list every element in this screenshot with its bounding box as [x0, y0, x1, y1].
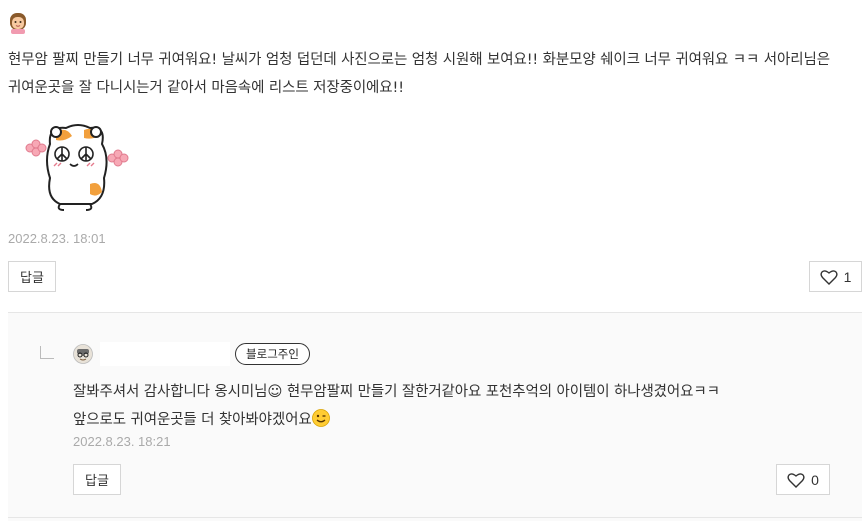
reply-button[interactable]: 답글 [73, 464, 121, 495]
like-count: 1 [843, 268, 852, 285]
reply-button-label: 답글 [20, 271, 44, 286]
divider [8, 517, 862, 518]
author-name-redacted [100, 342, 230, 366]
reply-text-line2: 앞으로도 귀여운곳들 더 찾아봐야겠어요 [73, 412, 312, 428]
heart-icon [787, 472, 805, 488]
owner-badge: 블로그주인 [235, 343, 310, 365]
like-button[interactable]: 1 [809, 261, 862, 292]
reply-text: 잘봐주셔서 감사합니다 옹시미님☺ 현무암팔찌 만들기 잘한거같아요 포천추억의… [73, 378, 833, 434]
reply-text-line1: 잘봐주셔서 감사합니다 옹시미님☺ 현무암팔찌 만들기 잘한거같아요 포천추억의… [73, 384, 720, 400]
reply-button-label: 답글 [85, 474, 109, 489]
woman-emoji-icon [10, 13, 26, 34]
comment-text: 현무암 팔찌 만들기 너무 귀여워요! 날씨가 엄청 덥던데 사진으로는 엄청 … [8, 52, 830, 96]
like-button[interactable]: 0 [776, 464, 830, 495]
reply-date: 2022.8.23. 18:21 [73, 434, 171, 449]
hamster-sticker-icon [25, 124, 129, 211]
reply-text-line2-wrap: 앞으로도 귀여운곳들 더 찾아봐야겠어요 [73, 406, 833, 434]
heart-icon [820, 269, 838, 285]
comment-date: 2022.8.23. 18:01 [8, 231, 106, 246]
blog-owner-avatar[interactable] [73, 344, 93, 364]
reply-button[interactable]: 답글 [8, 261, 56, 292]
like-count: 0 [811, 471, 819, 488]
reply-indent-icon [40, 346, 54, 359]
wink-emoji-icon [311, 409, 330, 427]
